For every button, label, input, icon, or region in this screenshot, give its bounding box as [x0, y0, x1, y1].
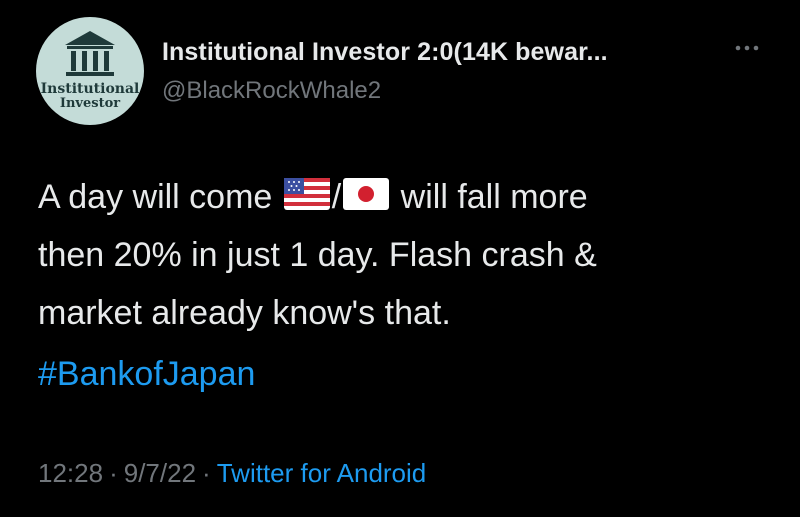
tweet-card[interactable]: Institutional Investor Institutional Inv…	[0, 0, 800, 517]
flag-separator: /	[331, 178, 342, 216]
hashtag-link[interactable]: #BankofJapan	[38, 355, 255, 394]
avatar-text-line1: Institutional	[40, 81, 140, 97]
tweet-source-link[interactable]: Twitter for Android	[217, 458, 427, 488]
tweet-text: A day will come / will fall more then 20…	[38, 168, 778, 342]
avatar[interactable]: Institutional Investor	[36, 17, 144, 125]
tweet-date[interactable]: 9/7/22	[124, 458, 196, 488]
meta-separator: ·	[109, 458, 118, 488]
display-name[interactable]: Institutional Investor 2:0(14K bewar...	[162, 38, 608, 67]
tweet-line-1-end: will fall more	[391, 178, 588, 216]
bank-building-icon	[65, 31, 115, 76]
more-dots-icon[interactable]	[733, 40, 761, 56]
tweet-line-1: A day will come / will fall more	[38, 168, 778, 226]
tweet-line-2: then 20% in just 1 day. Flash crash &	[38, 236, 597, 274]
japan-flag-icon	[343, 178, 390, 210]
tweet-line-1-start: A day will come	[38, 178, 282, 216]
tweet-time[interactable]: 12:28	[38, 458, 103, 488]
tweet-line-3: market already know's that.	[38, 294, 451, 332]
avatar-text-line2: Investor	[59, 96, 121, 111]
tweet-meta: 12:28 · 9/7/22 · Twitter for Android	[38, 458, 426, 489]
account-handle[interactable]: @BlackRockWhale2	[162, 77, 381, 105]
us-flag-icon	[283, 178, 330, 210]
meta-separator: ·	[202, 458, 211, 488]
